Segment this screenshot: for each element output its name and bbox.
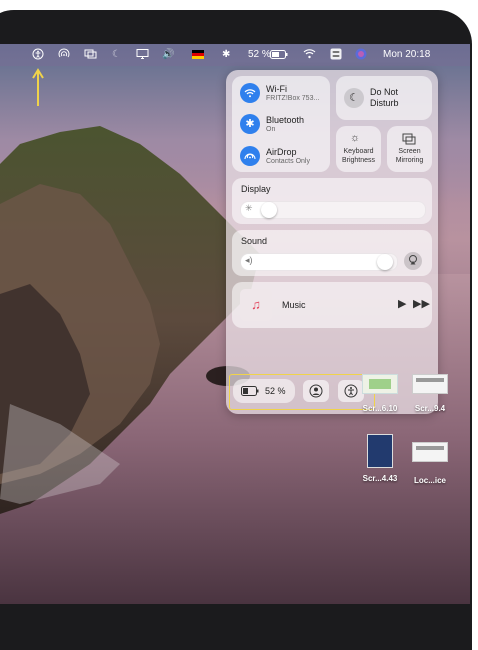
wifi-label: Wi-Fi — [266, 84, 287, 94]
airplay-icon — [409, 255, 417, 265]
desktop-file-2[interactable]: Scr...9.4 — [406, 374, 454, 413]
music-label: Music — [282, 300, 306, 310]
input-source-flag-icon[interactable] — [192, 50, 204, 64]
dnd-label-line1: Do Not — [370, 87, 399, 97]
file-label: Scr...4.43 — [362, 474, 398, 483]
file-thumbnail — [412, 374, 448, 394]
control-center-panel: Wi-Fi FRITZ!Box 753... ✱ Bluetooth On Ai… — [226, 70, 438, 414]
menu-bar: ☾ 🔊 ✱ 52 % Mon 20:18 — [0, 44, 470, 66]
display-slider-knob[interactable] — [261, 202, 277, 218]
wifi-status-icon[interactable] — [303, 48, 316, 62]
file-thumbnail — [362, 374, 398, 394]
mirroring-label-line1: Screen — [398, 148, 421, 155]
play-icon[interactable]: ▶ — [398, 297, 406, 310]
dnd-label-line2: Disturb — [370, 98, 399, 108]
sound-volume-slider[interactable]: ◂) — [240, 253, 398, 271]
file-label: Scr...6.10 — [362, 404, 398, 413]
wifi-toggle[interactable]: Wi-Fi FRITZ!Box 753... — [232, 76, 330, 108]
airdrop-status-icon[interactable] — [58, 48, 70, 62]
now-playing-module[interactable]: ♫ Music ▶ ▶▶ — [232, 282, 432, 328]
file-thumbnail — [367, 434, 393, 468]
next-track-icon[interactable]: ▶▶ — [413, 297, 430, 310]
desktop-screen: ☾ 🔊 ✱ 52 % Mon 20:18 Wi-Fi FRITZ!Box 753… — [0, 44, 470, 604]
desktop-file-3[interactable]: Scr...4.43 — [356, 434, 404, 483]
airplay-audio-button[interactable] — [404, 252, 422, 270]
battery-module[interactable]: 52 % — [233, 379, 295, 403]
volume-icon[interactable]: 🔊 — [162, 48, 174, 62]
display-icon[interactable] — [136, 48, 149, 62]
sound-module: Sound ◂) — [232, 230, 432, 276]
display-label: Display — [241, 184, 271, 194]
airdrop-status: Contacts Only — [266, 158, 310, 165]
siri-icon[interactable] — [355, 48, 367, 62]
screen-mirroring-button[interactable]: Screen Mirroring — [387, 126, 432, 172]
moon-icon: ☾ — [344, 88, 364, 108]
moon-icon[interactable]: ☾ — [112, 48, 121, 62]
keyboard-brightness-button[interactable]: ☼ Keyboard Brightness — [336, 126, 381, 172]
sound-slider-fill — [241, 254, 393, 270]
bluetooth-status-icon[interactable]: ✱ — [222, 48, 230, 62]
display-module: Display ✳ — [232, 178, 432, 224]
airdrop-label: AirDrop — [266, 147, 297, 157]
accessibility-icon[interactable] — [32, 48, 44, 62]
file-label: Scr...9.4 — [414, 404, 446, 413]
bluetooth-status: On — [266, 126, 276, 133]
menubar-clock[interactable]: Mon 20:18 — [383, 48, 430, 62]
connectivity-tile: Wi-Fi FRITZ!Box 753... ✱ Bluetooth On Ai… — [232, 76, 330, 172]
battery-cc-percent: 52 % — [265, 386, 286, 396]
sound-label: Sound — [241, 236, 268, 246]
display-brightness-slider[interactable]: ✳ — [240, 201, 426, 219]
airdrop-icon — [240, 146, 260, 166]
annotation-arrow-icon — [32, 68, 44, 106]
wifi-icon — [240, 83, 260, 103]
fast-user-switching-button[interactable] — [303, 380, 329, 402]
sun-icon: ✳ — [245, 203, 253, 213]
screen-mirroring-icon — [402, 133, 416, 145]
windows-icon[interactable] — [84, 48, 97, 62]
control-center-icon[interactable] — [330, 48, 342, 62]
mirroring-label-line2: Mirroring — [395, 157, 424, 164]
do-not-disturb-button[interactable]: ☾ Do Not Disturb — [336, 76, 432, 120]
sound-slider-knob[interactable] — [377, 254, 393, 270]
speaker-icon: ◂) — [245, 255, 253, 265]
wifi-network-name: FRITZ!Box 753... — [266, 95, 320, 102]
battery-percent-text: 52 % — [248, 49, 271, 60]
user-icon — [309, 384, 323, 398]
file-thumbnail — [412, 442, 448, 462]
desktop-file-4[interactable]: Loc...ice — [406, 442, 454, 485]
keyboard-brightness-icon: ☼ — [350, 132, 361, 144]
bluetooth-icon: ✱ — [240, 114, 260, 134]
airdrop-toggle[interactable]: AirDrop Contacts Only — [232, 140, 330, 172]
music-app-icon: ♫ — [240, 289, 272, 321]
file-label: Loc...ice — [413, 476, 446, 485]
desktop-file-1[interactable]: Scr...6.10 — [356, 374, 404, 413]
battery-icon[interactable] — [270, 50, 288, 64]
keyboard-label-line2: Brightness — [341, 157, 376, 164]
bluetooth-label: Bluetooth — [266, 115, 305, 125]
bluetooth-toggle[interactable]: ✱ Bluetooth On — [232, 108, 330, 140]
battery-cc-icon — [241, 386, 259, 396]
keyboard-label-line1: Keyboard — [343, 148, 374, 155]
